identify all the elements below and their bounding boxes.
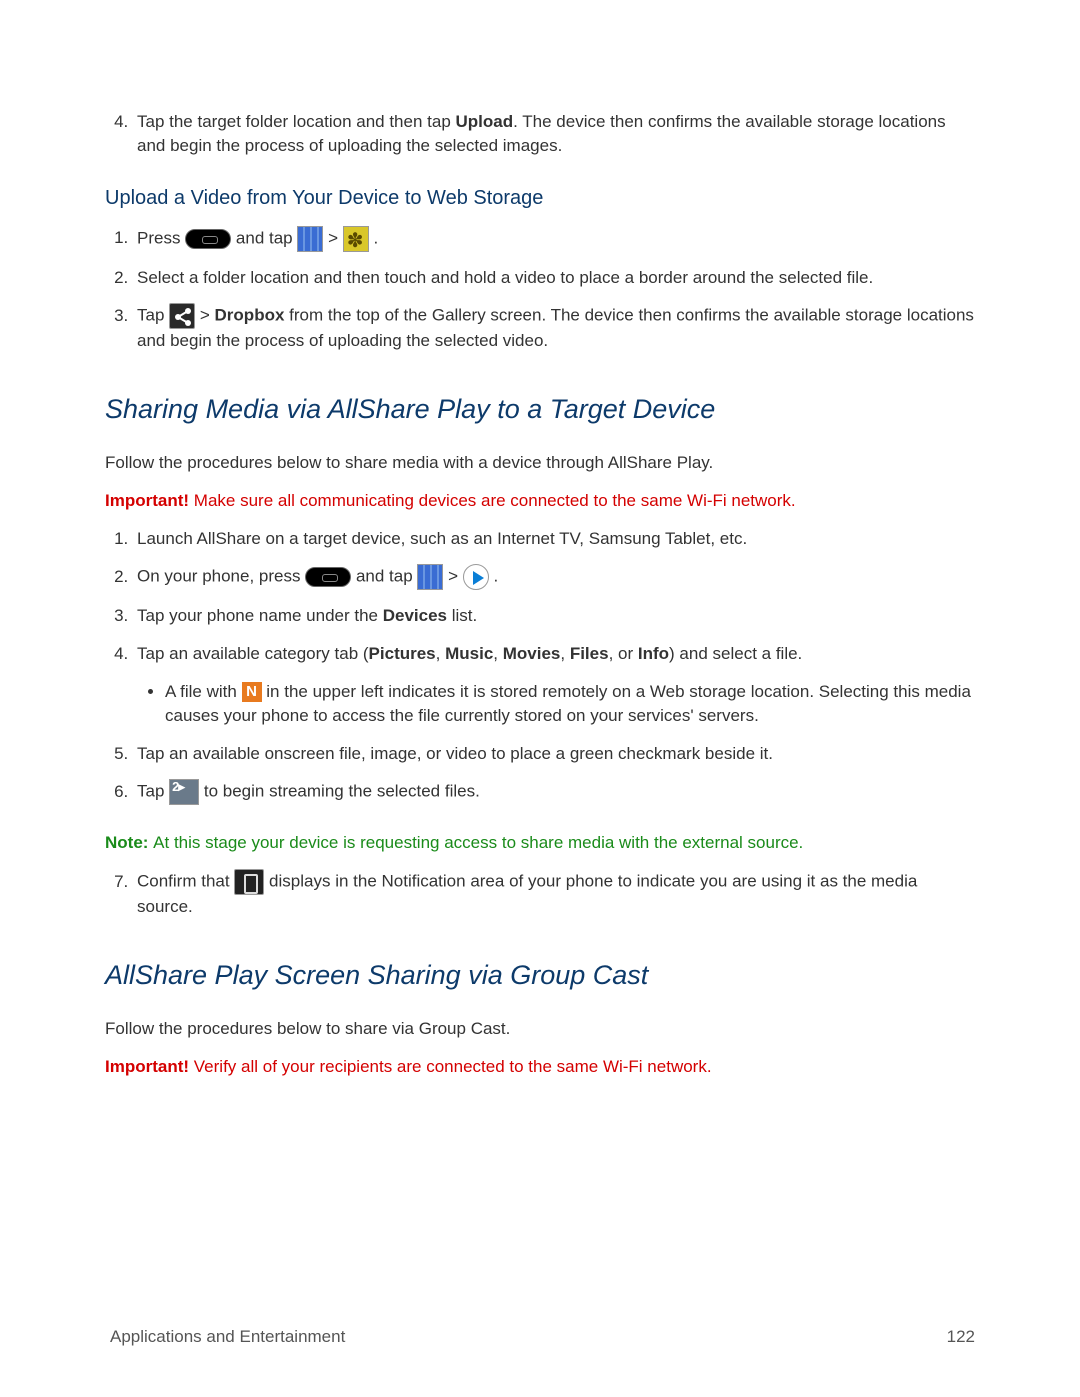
allshare-step-6: Tap to begin streaming the selected file… bbox=[133, 779, 975, 805]
allshare-step-2: On your phone, press and tap > . bbox=[133, 564, 975, 590]
text: Press bbox=[137, 228, 185, 247]
allshare-steps-list: Launch AllShare on a target device, such… bbox=[105, 527, 975, 806]
text: Tap an available category tab ( bbox=[137, 644, 369, 663]
allshare-step-5: Tap an available onscreen file, image, o… bbox=[133, 742, 975, 766]
text: Confirm that bbox=[137, 872, 234, 891]
allshare-steps-list-cont: Confirm that displays in the Notificatio… bbox=[105, 869, 975, 919]
home-button-icon bbox=[185, 229, 231, 249]
substep: A file with N in the upper left indicate… bbox=[165, 680, 975, 728]
bold: Upload bbox=[456, 112, 514, 131]
note-text: At this stage your device is requesting … bbox=[153, 833, 803, 852]
upload-steps-list: Press and tap > . Select a folder locati… bbox=[105, 226, 975, 354]
text: Tap the target folder location and then … bbox=[137, 112, 456, 131]
substeps-list: A file with N in the upper left indicate… bbox=[137, 680, 975, 728]
important-text: Make sure all communicating devices are … bbox=[194, 491, 796, 510]
stream-icon bbox=[169, 779, 199, 805]
subheading-upload-video: Upload a Video from Your Device to Web S… bbox=[105, 184, 975, 212]
allshare-step-3: Tap your phone name under the Devices li… bbox=[133, 604, 975, 628]
allshare-step-1: Launch AllShare on a target device, such… bbox=[133, 527, 975, 551]
intro-text-2: Follow the procedures below to share via… bbox=[105, 1017, 975, 1041]
text: > bbox=[200, 306, 215, 325]
heading-sharing-media: Sharing Media via AllShare Play to a Tar… bbox=[105, 391, 975, 429]
upload-step-3: Tap > Dropbox from the top of the Galler… bbox=[133, 303, 975, 353]
upload-step-1: Press and tap > . bbox=[133, 226, 975, 252]
text: Tap bbox=[137, 306, 169, 325]
important-note-2: Important! Verify all of your recipients… bbox=[105, 1055, 975, 1079]
important-label: Important! bbox=[105, 491, 194, 510]
bold: Dropbox bbox=[215, 306, 285, 325]
gallery-icon bbox=[343, 226, 369, 252]
allshare-play-icon bbox=[463, 564, 489, 590]
text: Select a folder location and then touch … bbox=[137, 268, 873, 287]
remote-n-icon: N bbox=[242, 682, 262, 702]
important-text: Verify all of your recipients are connec… bbox=[194, 1057, 712, 1076]
upload-step-2: Select a folder location and then touch … bbox=[133, 266, 975, 290]
text: and tap bbox=[236, 228, 297, 247]
text: to begin streaming the selected files. bbox=[204, 782, 480, 801]
notification-device-icon bbox=[234, 869, 264, 895]
text: and tap bbox=[356, 567, 417, 586]
text: A file with bbox=[165, 682, 242, 701]
bold: Devices bbox=[383, 606, 447, 625]
page: Tap the target folder location and then … bbox=[0, 0, 1080, 1397]
allshare-step-4: Tap an available category tab (Pictures,… bbox=[133, 642, 975, 727]
text: in the upper left indicates it is stored… bbox=[165, 682, 971, 725]
text: . bbox=[374, 228, 379, 247]
text: > bbox=[448, 567, 463, 586]
text: Tap an available onscreen file, image, o… bbox=[137, 744, 773, 763]
important-label: Important! bbox=[105, 1057, 194, 1076]
step-4: Tap the target folder location and then … bbox=[133, 110, 975, 158]
important-note: Important! Make sure all communicating d… bbox=[105, 489, 975, 513]
heading-group-cast: AllShare Play Screen Sharing via Group C… bbox=[105, 957, 975, 995]
page-footer: Applications and Entertainment 122 bbox=[110, 1325, 975, 1349]
allshare-step-7: Confirm that displays in the Notificatio… bbox=[133, 869, 975, 919]
intro-text: Follow the procedures below to share med… bbox=[105, 451, 975, 475]
apps-grid-icon bbox=[417, 564, 443, 590]
text: On your phone, press bbox=[137, 567, 305, 586]
share-icon bbox=[169, 303, 195, 329]
apps-grid-icon bbox=[297, 226, 323, 252]
text: Tap bbox=[137, 782, 169, 801]
home-button-icon bbox=[305, 567, 351, 587]
text: list. bbox=[447, 606, 477, 625]
footer-section: Applications and Entertainment bbox=[110, 1325, 345, 1349]
text: > bbox=[328, 228, 343, 247]
prior-steps-list: Tap the target folder location and then … bbox=[105, 110, 975, 158]
page-number: 122 bbox=[947, 1325, 975, 1349]
note: Note: At this stage your device is reque… bbox=[105, 831, 975, 855]
text: Launch AllShare on a target device, such… bbox=[137, 529, 747, 548]
text: Tap your phone name under the bbox=[137, 606, 383, 625]
text: . bbox=[494, 567, 499, 586]
note-label: Note: bbox=[105, 833, 153, 852]
